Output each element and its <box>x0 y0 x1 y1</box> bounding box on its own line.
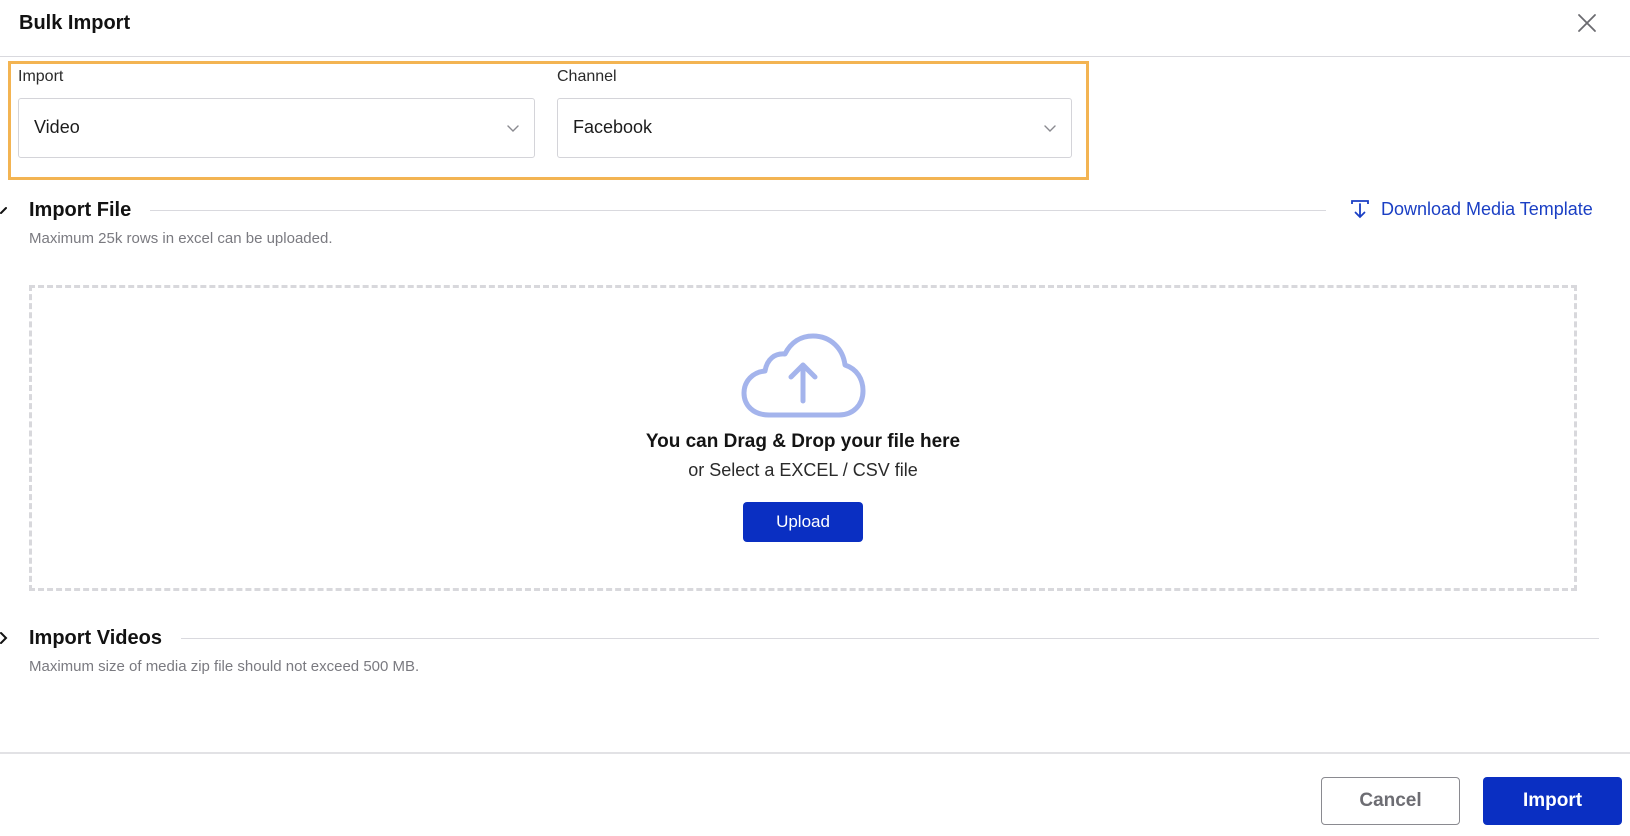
download-media-template-link[interactable]: Download Media Template <box>1349 196 1593 222</box>
channel-select[interactable]: Facebook <box>557 98 1072 158</box>
cancel-button[interactable]: Cancel <box>1321 777 1460 825</box>
channel-value: Facebook <box>573 117 653 137</box>
expand-caret-icon[interactable] <box>0 631 12 645</box>
import-file-subtitle: Maximum 25k rows in excel can be uploade… <box>29 230 333 247</box>
bulk-import-dialog: Bulk Import Import Video Channel Faceboo… <box>0 0 1630 836</box>
dropzone-subtitle: or Select a EXCEL / CSV file <box>688 460 918 480</box>
import-videos-title: Import Videos <box>29 627 162 649</box>
import-videos-subtitle: Maximum size of media zip file should no… <box>29 658 420 675</box>
close-icon <box>1578 14 1596 32</box>
import-button[interactable]: Import <box>1483 777 1622 825</box>
cloud-upload-icon <box>741 333 866 418</box>
upload-button[interactable]: Upload <box>743 502 863 542</box>
import-file-title: Import File <box>29 199 132 221</box>
import-type-select[interactable]: Video <box>18 98 535 158</box>
download-icon <box>1351 200 1369 219</box>
close-button[interactable] <box>1576 12 1598 34</box>
import-type-label: Import <box>18 68 64 85</box>
footer-divider <box>0 752 1630 754</box>
download-link-label: Download Media Template <box>1381 198 1593 219</box>
chevron-down-icon <box>1044 125 1056 132</box>
dropzone-title: You can Drag & Drop your file here <box>645 431 961 452</box>
expand-caret-icon[interactable] <box>0 204 12 218</box>
dialog-title: Bulk Import <box>19 12 131 34</box>
channel-label: Channel <box>557 68 617 85</box>
dialog-header: Bulk Import <box>0 0 1630 57</box>
import-type-value: Video <box>34 117 80 137</box>
section-divider <box>150 210 1326 211</box>
section-divider <box>181 638 1599 639</box>
chevron-down-icon <box>507 125 519 132</box>
